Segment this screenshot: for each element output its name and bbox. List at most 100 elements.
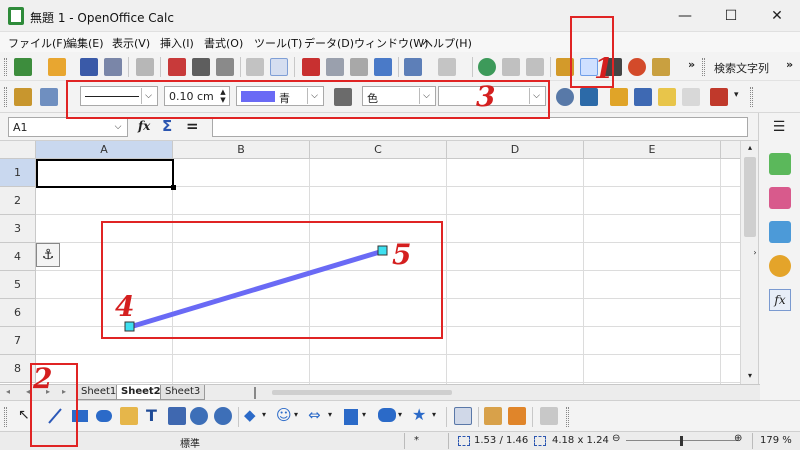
select-pointer-icon[interactable]: ↖ — [18, 407, 30, 423]
sort-ascending-icon[interactable] — [502, 58, 520, 76]
annotation-number-3: 3 — [476, 80, 496, 113]
close-button[interactable]: ✕ — [754, 0, 800, 32]
basic-shapes-icon[interactable]: ◆ — [244, 406, 256, 424]
text-tool-icon[interactable]: T — [146, 406, 157, 425]
name-box[interactable]: A1 ⌵ — [8, 117, 128, 137]
sidebar-collapse-handle[interactable]: › — [751, 233, 759, 273]
scroll-down-icon[interactable]: ▾ — [745, 371, 755, 381]
fontwork-icon[interactable] — [484, 407, 502, 425]
to-background-icon[interactable] — [682, 88, 700, 106]
navigator-icon[interactable] — [628, 58, 646, 76]
chevron-down-icon[interactable]: ▾ — [262, 410, 266, 419]
size-icon — [534, 436, 546, 446]
zoom-level[interactable]: 179 % — [760, 435, 792, 446]
scroll-up-icon[interactable]: ▴ — [745, 143, 755, 153]
from-file-icon[interactable] — [508, 407, 526, 425]
print-icon[interactable] — [192, 58, 210, 76]
chevron-down-icon[interactable]: ▾ — [362, 410, 366, 419]
save-icon[interactable] — [80, 58, 98, 76]
more-search-button[interactable]: » — [786, 58, 793, 71]
sheet-tab-3[interactable]: Sheet3 — [160, 385, 206, 400]
cut-icon[interactable] — [302, 58, 320, 76]
menu-window[interactable]: ウィンドウ(W) — [354, 35, 428, 51]
chevron-down-icon[interactable]: ▾ — [328, 410, 332, 419]
export-pdf-icon[interactable] — [168, 58, 186, 76]
minimize-button[interactable]: — — [662, 0, 708, 32]
arrow-style-icon[interactable] — [40, 88, 58, 106]
clone-format-icon[interactable] — [374, 58, 392, 76]
gallery-sidebar-icon[interactable] — [769, 221, 791, 243]
callout-icon[interactable] — [190, 407, 208, 425]
functions-icon[interactable]: fx — [769, 289, 791, 311]
more-tools-button[interactable]: » — [688, 58, 695, 71]
alignment-icon[interactable] — [710, 88, 728, 106]
hyperlink-icon[interactable] — [478, 58, 496, 76]
menu-tools[interactable]: ツール(T) — [254, 35, 302, 51]
redo-icon[interactable] — [438, 58, 456, 76]
edit-file-icon[interactable] — [136, 58, 154, 76]
chevron-down-icon[interactable]: ▾ — [398, 410, 402, 419]
search-label[interactable]: 検索文字列 — [714, 60, 769, 76]
block-arrows-icon[interactable]: ⇔ — [308, 406, 321, 424]
flowchart-icon[interactable] — [344, 409, 358, 425]
chevron-down-icon[interactable]: ▾ — [294, 410, 298, 419]
copy-icon[interactable] — [326, 58, 344, 76]
maximize-button[interactable]: ☐ — [708, 0, 754, 32]
extrusion-icon[interactable] — [540, 407, 558, 425]
sidebar-menu-icon[interactable]: ☰ — [769, 119, 789, 135]
sheet-tab-2[interactable]: Sheet2 — [116, 385, 166, 400]
send-to-back-icon[interactable] — [634, 88, 652, 106]
text-animation-icon[interactable] — [168, 407, 186, 425]
annotation-number-1: 1 — [594, 52, 614, 85]
spellcheck-icon[interactable] — [246, 58, 264, 76]
sum-button[interactable]: Σ — [162, 117, 172, 135]
undo-icon[interactable] — [404, 58, 422, 76]
ellipse-tool-icon[interactable] — [96, 410, 112, 422]
menu-help[interactable]: ヘルプ(H) — [422, 35, 472, 51]
page-style-label[interactable]: 標準 — [180, 435, 200, 450]
sheet-tab-1[interactable]: Sheet1 — [76, 385, 122, 400]
scroll-thumb[interactable] — [744, 157, 756, 237]
horizontal-scroll-thumb[interactable] — [272, 390, 452, 395]
new-document-icon[interactable] — [14, 58, 32, 76]
menu-edit[interactable]: 編集(E) — [66, 35, 104, 51]
first-sheet-icon[interactable]: ◂ — [6, 387, 10, 396]
zoom-slider-thumb[interactable] — [680, 436, 683, 446]
gallery-icon[interactable] — [652, 58, 670, 76]
open-folder-icon[interactable] — [48, 58, 66, 76]
zoom-in-icon[interactable]: ⊕ — [734, 433, 742, 444]
rotate-icon[interactable] — [556, 88, 574, 106]
email-icon[interactable] — [104, 58, 122, 76]
anchor-icon[interactable] — [580, 88, 598, 106]
function-wizard-button[interactable]: fx — [138, 119, 150, 133]
chevron-down-icon[interactable]: ▾ — [734, 90, 739, 100]
callouts-icon[interactable] — [378, 408, 396, 422]
freeform-line-icon[interactable] — [120, 407, 138, 425]
navigator-sidebar-icon[interactable] — [769, 255, 791, 277]
line-icon[interactable] — [14, 88, 32, 106]
symbol-shapes-icon[interactable]: ☺ — [276, 406, 292, 424]
vertical-callout-icon[interactable] — [214, 407, 232, 425]
menu-view[interactable]: 表示(V) — [112, 35, 150, 51]
properties-icon[interactable] — [769, 153, 791, 175]
bring-to-front-icon[interactable] — [610, 88, 628, 106]
auto-spellcheck-icon[interactable] — [270, 58, 288, 76]
points-icon[interactable] — [454, 407, 472, 425]
toolbar-grip[interactable] — [4, 58, 7, 76]
menu-data[interactable]: データ(D) — [304, 35, 354, 51]
formula-input[interactable] — [212, 117, 748, 137]
function-button[interactable]: = — [186, 117, 199, 135]
drawing-toolbar: ↖ T ◆ ▾ ☺ ▾ ⇔ ▾ ▾ ▾ ★ ▾ — [0, 400, 800, 431]
menu-insert[interactable]: 挿入(I) — [160, 35, 194, 51]
menu-file[interactable]: ファイル(F) — [8, 35, 67, 51]
sort-descending-icon[interactable] — [526, 58, 544, 76]
zoom-out-icon[interactable]: ⊖ — [612, 433, 620, 444]
stars-icon[interactable]: ★ — [412, 405, 426, 424]
styles-icon[interactable] — [769, 187, 791, 209]
print-preview-icon[interactable] — [216, 58, 234, 76]
paste-icon[interactable] — [350, 58, 368, 76]
to-foreground-icon[interactable] — [658, 88, 676, 106]
menu-format[interactable]: 書式(O) — [204, 35, 243, 51]
position-icon — [458, 436, 470, 446]
chevron-down-icon[interactable]: ▾ — [432, 410, 436, 419]
